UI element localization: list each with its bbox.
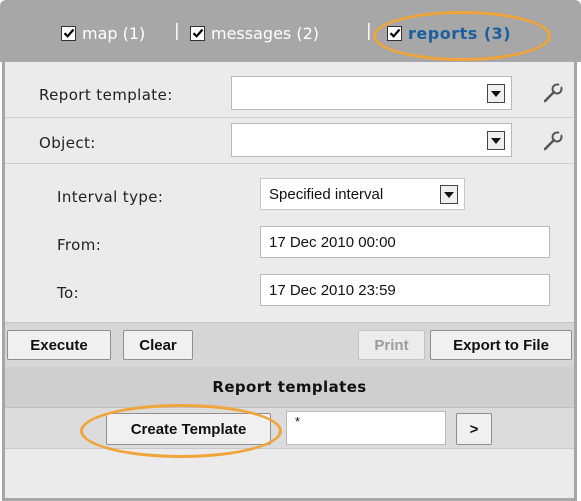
report-template-select[interactable] <box>231 76 512 110</box>
create-template-button[interactable]: Create Template <box>106 413 271 445</box>
from-label: From: <box>57 236 102 254</box>
interval-type-select[interactable]: Specified interval <box>260 178 465 210</box>
interval-type-label: Interval type: <box>57 188 164 206</box>
report-template-label: Report template: <box>39 86 173 104</box>
tab-map-label: map (1) <box>82 23 146 43</box>
wrench-icon[interactable] <box>542 130 564 152</box>
report-templates-toolbar: Create Template * > <box>5 408 574 449</box>
divider <box>5 163 574 164</box>
action-bar: Execute Clear Print Export to File <box>5 322 574 368</box>
execute-button[interactable]: Execute <box>7 330 111 360</box>
messages-checkbox[interactable] <box>190 25 205 41</box>
object-label: Object: <box>39 134 96 152</box>
reports-checkbox[interactable] <box>387 25 402 41</box>
reports-panel: Report template: Object: Interval type: … <box>2 62 577 501</box>
tab-messages-label: messages (2) <box>211 23 319 43</box>
chevron-down-icon[interactable] <box>440 185 458 204</box>
next-page-button[interactable]: > <box>456 413 492 445</box>
print-button[interactable]: Print <box>358 330 425 360</box>
map-checkbox[interactable] <box>61 25 76 41</box>
chevron-down-icon[interactable] <box>487 131 505 150</box>
from-input[interactable]: 17 Dec 2010 00:00 <box>260 226 550 258</box>
tab-separator: | <box>366 21 372 41</box>
tab-map[interactable]: map (1) <box>61 22 145 44</box>
template-filter-input[interactable]: * <box>286 411 446 445</box>
tab-separator: | <box>174 21 180 41</box>
report-templates-header: Report templates <box>5 367 574 408</box>
tab-reports-label: reports (3) <box>408 23 512 43</box>
divider <box>5 117 574 118</box>
export-to-file-button[interactable]: Export to File <box>430 330 572 360</box>
clear-button[interactable]: Clear <box>123 330 193 360</box>
tab-bar: map (1) | messages (2) | reports (3) <box>0 0 581 62</box>
chevron-down-icon[interactable] <box>487 84 505 103</box>
to-label: To: <box>57 284 80 302</box>
to-input[interactable]: 17 Dec 2010 23:59 <box>260 274 550 306</box>
tab-reports[interactable]: reports (3) <box>387 22 511 44</box>
tab-messages[interactable]: messages (2) <box>190 22 319 44</box>
wrench-icon[interactable] <box>542 82 564 104</box>
object-select[interactable] <box>231 123 512 157</box>
